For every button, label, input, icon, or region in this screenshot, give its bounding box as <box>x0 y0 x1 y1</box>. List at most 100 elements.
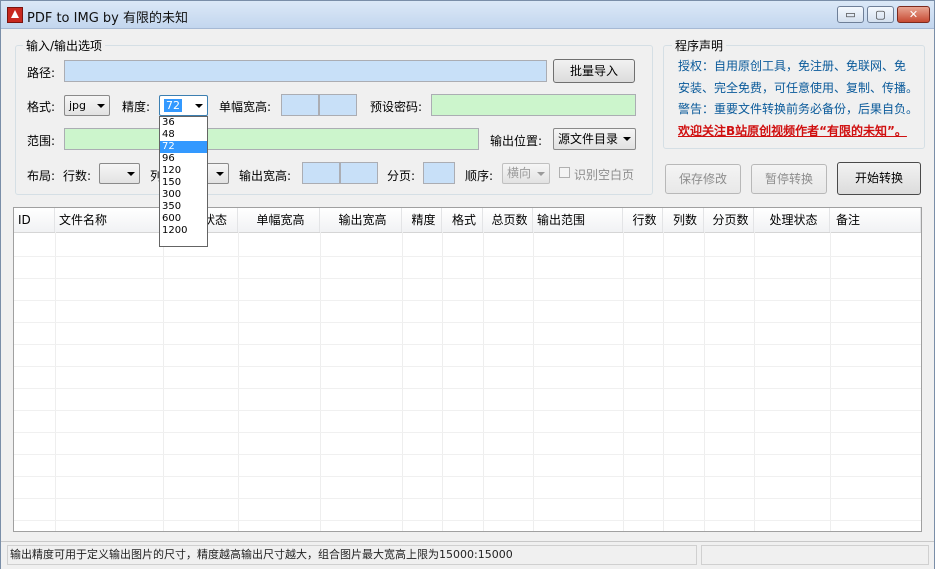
column-header-total-pages[interactable]: 总页数 <box>483 208 533 232</box>
table-row <box>14 498 921 499</box>
close-button[interactable]: ✕ <box>897 6 930 23</box>
table-row <box>14 344 921 345</box>
output-size-label: 输出宽高: <box>239 169 292 183</box>
column-divider <box>623 232 624 531</box>
format-value: jpg <box>69 99 87 112</box>
range-label: 范围: <box>27 134 56 148</box>
column-divider <box>483 232 484 531</box>
column-header-cols[interactable]: 列数 <box>663 208 704 232</box>
file-list-table[interactable]: ID 文件名称 状态 单幅宽高 输出宽高 精度 格式 总页数 输出范围 行数 列… <box>13 207 922 532</box>
output-width-input[interactable] <box>302 162 340 184</box>
table-row <box>14 432 921 433</box>
range-input[interactable] <box>64 128 479 150</box>
table-row <box>14 322 921 323</box>
title-bar[interactable]: PDF to IMG by 有限的未知 ▭ ▢ ✕ <box>1 1 934 29</box>
order-value: 横向 <box>507 166 532 180</box>
precision-option[interactable]: 1200 <box>160 225 207 237</box>
column-header-filename[interactable]: 文件名称 <box>55 208 163 232</box>
blank-page-label: 识别空白页 <box>574 168 635 182</box>
status-panel <box>701 545 929 565</box>
table-row <box>14 520 921 521</box>
output-location-label: 输出位置: <box>490 134 543 148</box>
declaration-license: 授权：自用原创工具，免注册、免联网、免 <box>678 59 907 73</box>
chevron-down-icon <box>537 172 545 176</box>
column-divider <box>704 232 705 531</box>
rows-select[interactable] <box>99 163 140 184</box>
order-select[interactable]: 横向 <box>502 163 550 184</box>
chevron-down-icon <box>127 172 135 176</box>
precision-value: 72 <box>164 99 182 112</box>
column-header-precision[interactable]: 精度 <box>402 208 442 232</box>
column-header-output-range[interactable]: 输出范围 <box>533 208 623 232</box>
single-size-label: 单幅宽高: <box>219 100 272 114</box>
column-header-id[interactable]: ID <box>14 208 55 232</box>
maximize-button[interactable]: ▢ <box>867 6 894 23</box>
column-divider <box>55 232 56 531</box>
pdf-app-icon <box>7 7 23 23</box>
table-row <box>14 256 921 257</box>
single-width-input[interactable] <box>281 94 319 116</box>
column-header-output-size[interactable]: 输出宽高 <box>320 208 402 232</box>
table-row <box>14 300 921 301</box>
table-header: ID 文件名称 状态 单幅宽高 输出宽高 精度 格式 总页数 输出范围 行数 列… <box>14 208 921 233</box>
precision-option[interactable]: 600 <box>160 213 207 225</box>
column-header-format[interactable]: 格式 <box>442 208 483 232</box>
app-window: PDF to IMG by 有限的未知 ▭ ▢ ✕ 输入/输出选项 路径: 批量… <box>0 0 935 569</box>
paging-input[interactable] <box>423 162 455 184</box>
column-divider <box>163 232 164 531</box>
precision-label: 精度: <box>122 100 151 114</box>
format-select[interactable]: jpg <box>64 95 110 116</box>
start-conversion-button[interactable]: 开始转换 <box>837 162 921 195</box>
output-height-input[interactable] <box>340 162 378 184</box>
column-divider <box>754 232 755 531</box>
column-divider <box>238 232 239 531</box>
column-header-process-status[interactable]: 处理状态 <box>754 208 830 232</box>
chevron-down-icon <box>97 104 105 108</box>
chevron-down-icon <box>623 137 631 141</box>
table-row <box>14 476 921 477</box>
status-bar: 输出精度可用于定义输出图片的尺寸，精度越高输出尺寸越大，组合图片最大宽高上限为1… <box>1 541 934 569</box>
table-row <box>14 388 921 389</box>
format-label: 格式: <box>27 100 56 114</box>
precision-dropdown-list[interactable]: 36 48 72 96 120 150 300 350 600 1200 <box>159 116 208 247</box>
single-height-input[interactable] <box>319 94 357 116</box>
batch-import-button[interactable]: 批量导入 <box>553 59 635 83</box>
precision-option[interactable]: 300 <box>160 189 207 201</box>
column-header-single-size[interactable]: 单幅宽高 <box>238 208 320 232</box>
precision-option[interactable]: 150 <box>160 177 207 189</box>
column-divider <box>663 232 664 531</box>
column-header-notes[interactable]: 备注 <box>830 208 921 232</box>
column-divider <box>320 232 321 531</box>
path-input[interactable] <box>64 60 547 82</box>
declaration-title: 程序声明 <box>672 37 727 54</box>
precision-option[interactable]: 350 <box>160 201 207 213</box>
precision-select[interactable]: 72 <box>159 95 208 116</box>
output-location-select[interactable]: 源文件目录 <box>553 128 636 150</box>
precision-option[interactable]: 120 <box>160 165 207 177</box>
precision-option[interactable]: 36 <box>160 117 207 129</box>
declaration-license-cont: 安装、完全免费，可任意使用、复制、传播。 <box>678 81 919 95</box>
order-label: 顺序: <box>465 169 494 183</box>
save-changes-button[interactable]: 保存修改 <box>665 164 741 194</box>
table-row <box>14 278 921 279</box>
path-label: 路径: <box>27 66 56 80</box>
window-title: PDF to IMG by 有限的未知 <box>27 11 188 26</box>
blank-page-checkbox[interactable] <box>559 167 570 178</box>
column-header-rows[interactable]: 行数 <box>623 208 663 232</box>
column-header-page-count[interactable]: 分页数 <box>704 208 754 232</box>
precision-option[interactable]: 72 <box>160 141 207 153</box>
password-input[interactable] <box>431 94 636 116</box>
declaration-warning: 警告：重要文件转换前务必备份，后果自负。 <box>678 102 919 116</box>
rows-label: 行数: <box>63 169 92 183</box>
chevron-down-icon <box>195 104 203 108</box>
paging-label: 分页: <box>387 169 416 183</box>
column-divider <box>402 232 403 531</box>
precision-option[interactable]: 48 <box>160 129 207 141</box>
pause-conversion-button[interactable]: 暂停转换 <box>751 164 827 194</box>
table-row <box>14 454 921 455</box>
password-label: 预设密码: <box>370 100 423 114</box>
minimize-button[interactable]: ▭ <box>837 6 864 23</box>
precision-option[interactable]: 96 <box>160 153 207 165</box>
follow-author-link[interactable]: 欢迎关注B站原创视频作者“有限的未知”。 <box>678 122 923 139</box>
column-divider <box>442 232 443 531</box>
